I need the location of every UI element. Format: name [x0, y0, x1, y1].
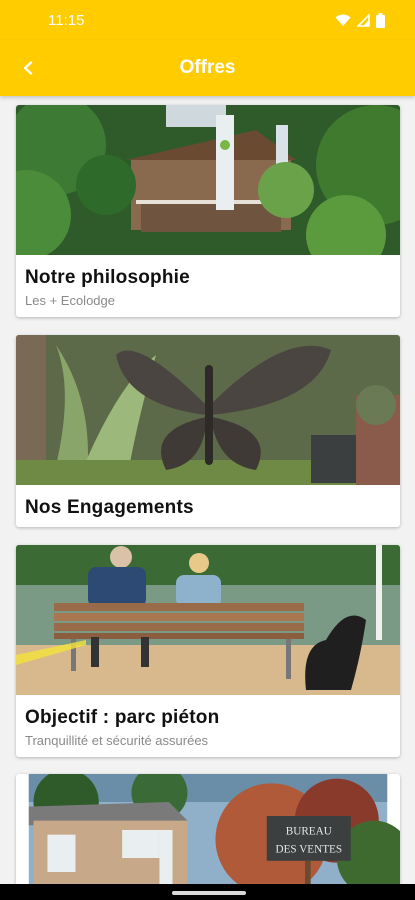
card-image-butterfly — [16, 335, 400, 485]
status-time: 11:15 — [48, 11, 85, 29]
card-title: Objectif : parc piéton — [25, 707, 220, 728]
card-subtitle: Tranquillité et sécurité assurées — [25, 733, 209, 748]
card-title: Nos Engagements — [25, 497, 194, 518]
card-image-sales-office: BUREAU DES VENTES — [16, 774, 400, 884]
signal-icon — [357, 13, 370, 27]
offer-card-engagements[interactable]: Nos Engagements — [16, 335, 400, 527]
offer-card-pedestrian[interactable]: Objectif : parc piéton Tranquillité et s… — [16, 545, 400, 757]
offers-list[interactable]: Notre philosophie Les + Ecolodge Nos Eng… — [0, 96, 415, 884]
battery-icon — [376, 12, 385, 28]
card-title: Notre philosophie — [25, 267, 190, 288]
wifi-icon — [335, 14, 351, 26]
home-gesture-handle[interactable] — [172, 891, 246, 895]
status-icons — [335, 12, 385, 28]
sign-line-1: BUREAU — [286, 826, 332, 838]
card-subtitle: Les + Ecolodge — [25, 293, 115, 308]
offer-card-philosophy[interactable]: Notre philosophie Les + Ecolodge — [16, 105, 400, 317]
chevron-left-icon — [23, 61, 33, 75]
app-bar: Offres — [0, 40, 415, 96]
offer-card-sales-office[interactable]: BUREAU DES VENTES — [16, 774, 400, 884]
status-bar: 11:15 — [0, 0, 415, 40]
card-image-bench — [16, 545, 400, 695]
page-title: Offres — [179, 57, 236, 78]
sign-line-2: DES VENTES — [275, 843, 342, 855]
back-button[interactable] — [14, 54, 42, 82]
card-image-ecolodge — [16, 105, 400, 255]
